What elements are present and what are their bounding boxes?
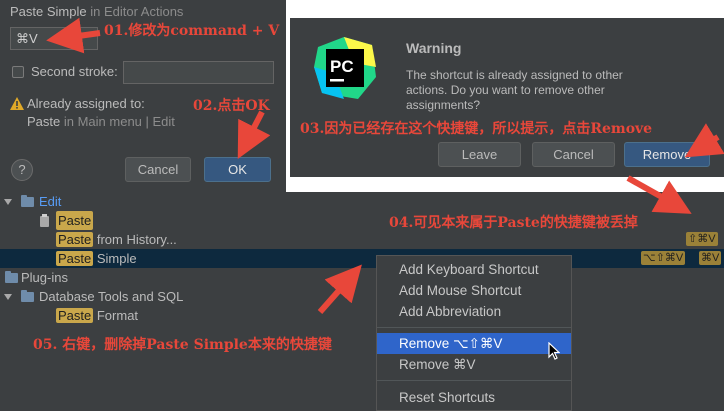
arrow-to-keystroke (46, 17, 101, 54)
arrow-to-paste-simple (317, 264, 362, 314)
annotation-arrows (46, 17, 724, 314)
arrow-to-ok (237, 110, 271, 159)
arrow-to-lost-shortcut (626, 175, 692, 214)
arrow-to-remove (684, 123, 724, 158)
